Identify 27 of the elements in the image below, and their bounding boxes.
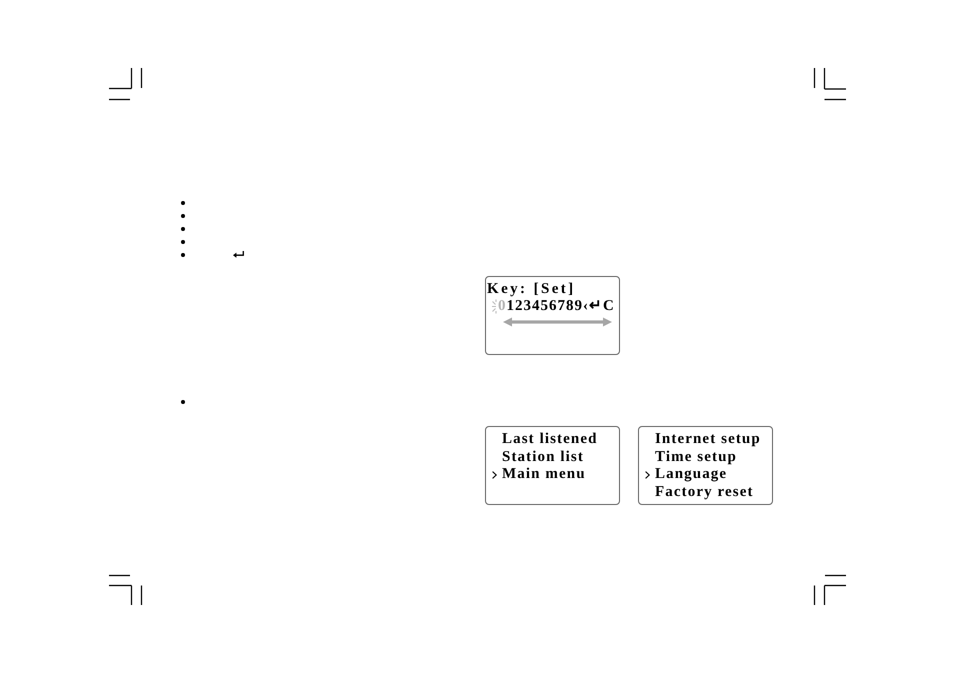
key-character: 0 xyxy=(498,298,506,315)
menu-item: Factory reset xyxy=(655,484,754,502)
key-character: ‹ xyxy=(583,298,589,315)
key-character: 6 xyxy=(549,298,558,315)
key-character: 1 xyxy=(506,298,515,315)
menu-item: Station list xyxy=(502,448,584,466)
return-arrow-icon xyxy=(233,251,244,258)
key-character: 7 xyxy=(558,298,566,315)
key-character: 5 xyxy=(540,298,549,315)
key-character: 9 xyxy=(574,298,583,315)
menu-item: Main menu xyxy=(502,466,586,484)
menu-item: Language xyxy=(655,466,728,484)
menu-item: Last listened xyxy=(502,431,598,449)
key-character: 4 xyxy=(532,298,540,315)
corner-crop-mark xyxy=(812,574,847,606)
menu-item: Internet setup xyxy=(655,431,761,449)
screen-title: Key: [Set] xyxy=(486,281,577,298)
double-headed-arrow-icon xyxy=(503,317,612,327)
menu-item: Time setup xyxy=(655,448,737,466)
key-character: 3 xyxy=(524,298,532,315)
corner-crop-mark xyxy=(812,67,847,101)
key-character: C xyxy=(603,298,615,315)
key-character: ↵ xyxy=(589,298,603,315)
corner-crop-mark xyxy=(108,574,143,606)
key-character: 2 xyxy=(515,298,524,315)
key-character: 8 xyxy=(566,298,574,315)
corner-crop-mark xyxy=(108,67,143,101)
